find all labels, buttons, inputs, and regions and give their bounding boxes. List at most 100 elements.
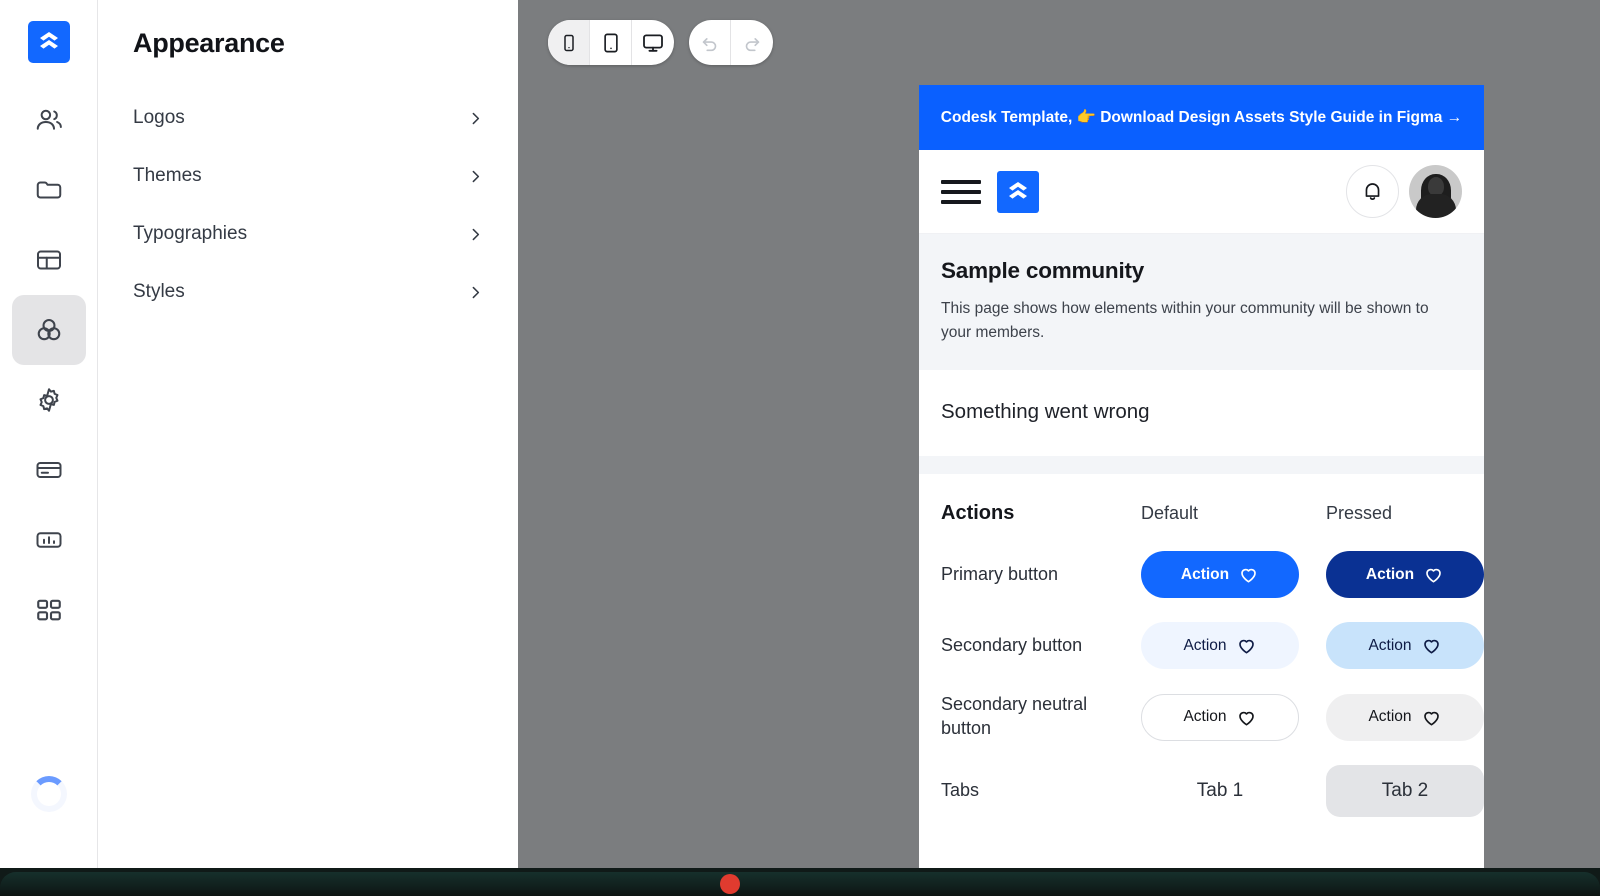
appearance-icon (37, 318, 60, 341)
error-title: Something went wrong (941, 400, 1150, 424)
loading-spinner-icon (30, 776, 67, 812)
icon-rail (0, 0, 98, 868)
grid-icon (36, 599, 61, 621)
layout-icon (36, 250, 61, 270)
sidebar-item-pages[interactable] (12, 225, 86, 295)
desktop-icon (643, 34, 663, 52)
heart-icon (1423, 711, 1439, 726)
menu-item-typographies[interactable]: Typographies (133, 205, 484, 263)
preview-brand-logo[interactable] (997, 170, 1039, 213)
menu-item-label: Styles (133, 281, 185, 302)
menu-item-label: Typographies (133, 223, 248, 244)
tablet-icon (603, 33, 618, 52)
column-header-pressed: Pressed (1326, 503, 1393, 524)
members-icon (36, 109, 62, 130)
table-row-tabs: Tabs Tab 1 Tab 2 (941, 764, 1484, 817)
heart-icon (1238, 711, 1254, 726)
button-label: Action (1183, 708, 1227, 726)
chevron-right-icon (467, 226, 484, 243)
menu-item-logos[interactable]: Logos (133, 89, 484, 147)
rail-item-list (11, 85, 86, 645)
os-dock-inner (0, 872, 1600, 896)
row-label-secondary-neutral-button: Secondary neutral button (941, 694, 1088, 739)
redo-icon (745, 37, 760, 51)
sidebar-item-members[interactable] (12, 85, 86, 155)
bell-icon (1365, 183, 1380, 200)
secondary-button-default[interactable]: Action (1141, 622, 1299, 670)
chart-icon (35, 532, 61, 548)
tab-1[interactable]: Tab 1 (1141, 765, 1299, 817)
sidebar-item-appearance[interactable] (11, 295, 86, 365)
community-preview: Codesk Template, 👉 Download Design Asset… (919, 85, 1484, 868)
page-title: Appearance (133, 28, 285, 58)
row-label-primary-button: Primary button (941, 564, 1059, 585)
heart-icon (1423, 640, 1439, 654)
avatar[interactable] (1409, 165, 1462, 218)
mobile-icon (563, 34, 574, 51)
preview-header-actions (1346, 165, 1462, 218)
sidebar-item-billing[interactable] (12, 435, 86, 505)
column-header-actions: Actions (941, 502, 1015, 525)
undo-button[interactable] (689, 20, 731, 65)
neutral-button-pressed[interactable]: Action (1326, 693, 1484, 741)
tab-2[interactable]: Tab 2 (1326, 764, 1484, 817)
table-row: Primary button Action Action (941, 551, 1484, 599)
button-label: Action (1183, 636, 1227, 654)
chevron-right-icon (467, 110, 484, 127)
folder-icon (36, 181, 61, 199)
appearance-panel: Appearance Logos Themes Typographies Sty… (99, 0, 518, 868)
menu-item-styles[interactable]: Styles (133, 263, 484, 321)
section-divider (919, 456, 1484, 475)
hamburger-menu-icon[interactable] (941, 179, 981, 204)
promo-banner[interactable]: Codesk Template, 👉 Download Design Asset… (919, 85, 1484, 150)
canvas-toolbar (548, 20, 773, 65)
redo-button[interactable] (731, 20, 773, 65)
actions-table: Actions Default Pressed Primary button A… (919, 474, 1484, 817)
button-label: Action (1368, 636, 1412, 654)
preview-canvas: Codesk Template, 👉 Download Design Asset… (518, 0, 1600, 868)
table-row: Secondary neutral button Action Action (941, 693, 1484, 741)
button-label: Action (1365, 565, 1415, 583)
preview-header (919, 150, 1484, 234)
desktop-view-button[interactable] (632, 20, 674, 65)
tablet-view-button[interactable] (590, 20, 632, 65)
appearance-menu: Logos Themes Typographies Styles (133, 89, 484, 321)
community-hero: Sample community This page shows how ele… (919, 234, 1484, 371)
undo-icon (702, 37, 716, 51)
error-section: Something went wrong (919, 370, 1484, 457)
neutral-button-default[interactable]: Action (1141, 693, 1299, 741)
chevron-right-icon (467, 168, 484, 185)
menu-item-themes[interactable]: Themes (133, 147, 484, 205)
secondary-button-pressed[interactable]: Action (1326, 622, 1484, 670)
community-description: This page shows how elements within your… (941, 300, 1429, 341)
community-title: Sample community (941, 258, 1145, 283)
card-icon (35, 462, 61, 478)
app-root: Appearance Logos Themes Typographies Sty… (0, 0, 1600, 896)
sidebar-item-settings[interactable] (12, 365, 86, 435)
menu-item-label: Themes (133, 165, 202, 186)
row-label-tabs: Tabs (941, 780, 980, 801)
device-switcher (548, 20, 674, 65)
history-controls (689, 20, 773, 65)
codesk-logo[interactable] (27, 21, 70, 63)
notifications-button[interactable] (1346, 165, 1399, 218)
heart-icon (1241, 569, 1256, 583)
dock-app-dot (720, 874, 740, 894)
gear-icon (39, 388, 58, 412)
os-dock-strip (0, 868, 1600, 896)
sidebar-item-content[interactable] (12, 155, 86, 225)
button-label: Action (1368, 708, 1412, 726)
sidebar-item-apps[interactable] (12, 575, 86, 645)
sidebar-item-analytics[interactable] (12, 505, 86, 575)
menu-item-label: Logos (133, 107, 185, 128)
heart-icon (1238, 640, 1254, 654)
row-label-secondary-button: Secondary button (941, 635, 1083, 656)
primary-button-pressed[interactable]: Action (1326, 551, 1484, 599)
table-row: Secondary button Action Action (941, 622, 1484, 670)
mobile-view-button[interactable] (548, 20, 590, 65)
chevron-right-icon (467, 284, 484, 301)
heart-icon (1426, 569, 1441, 583)
primary-button-default[interactable]: Action (1141, 551, 1299, 599)
button-label: Action (1180, 565, 1230, 583)
table-header-row: Actions Default Pressed (941, 502, 1462, 525)
